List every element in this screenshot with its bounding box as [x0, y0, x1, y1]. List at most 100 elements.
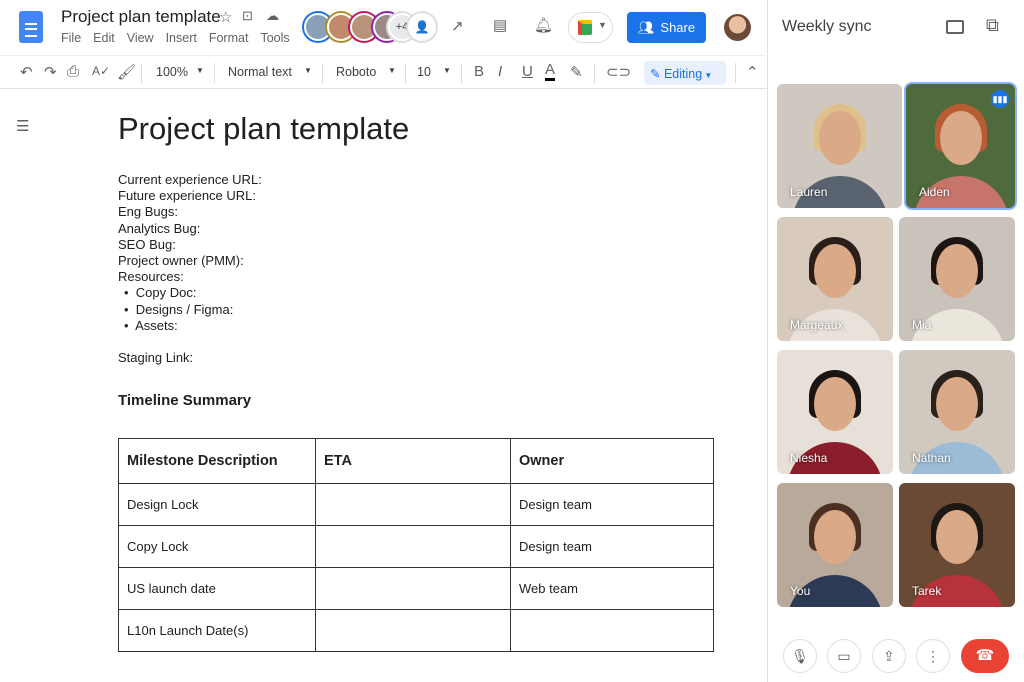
open-in-new-icon[interactable]: ⧉	[986, 15, 999, 36]
text-line: Staging Link:	[118, 350, 194, 366]
table-cell[interactable]: Design team	[510, 483, 714, 526]
share-button[interactable]: 👥︎ Share	[627, 12, 706, 43]
undo-icon[interactable]: ↶	[20, 63, 33, 81]
participant-video	[939, 111, 982, 166]
participant-name: Margeaux	[790, 318, 844, 332]
paint-format-icon[interactable]: 🖌︎	[117, 63, 136, 81]
table-cell[interactable]: Design team	[510, 525, 714, 568]
spellcheck-icon[interactable]: A✓	[92, 64, 110, 78]
participant-name: Tarek	[912, 584, 942, 598]
participant-tile[interactable]: Nathan	[899, 350, 1015, 474]
document-outline-icon[interactable]: ☰	[16, 117, 29, 135]
menu-format[interactable]: Format	[209, 31, 249, 45]
camera-button[interactable]: ▭	[827, 639, 861, 673]
divider	[322, 63, 323, 83]
hang-up-icon: ☎︎	[975, 647, 995, 664]
participant-tile[interactable]: Lauren	[777, 84, 902, 208]
activity-trend-icon[interactable]: ↗	[451, 17, 464, 35]
meet-button[interactable]: ▼	[568, 12, 613, 43]
table-cell[interactable]: L10n Launch Date(s)	[118, 609, 316, 652]
table-row: Copy Lock Design team	[118, 525, 714, 568]
table-cell[interactable]	[315, 525, 511, 568]
bullet-item: • Copy Doc:	[124, 285, 197, 301]
table-cell[interactable]	[315, 567, 511, 610]
picture-in-picture-icon[interactable]	[946, 20, 964, 34]
chevron-down-icon: ▼	[388, 66, 396, 75]
participant-name: Niesha	[790, 451, 828, 465]
bullet-text: Designs / Figma:	[135, 301, 234, 317]
underline-icon[interactable]: U	[522, 63, 533, 80]
table-cell[interactable]: US launch date	[118, 567, 316, 610]
meet-logo-icon	[578, 20, 592, 35]
people-icon: 👥︎	[637, 19, 655, 35]
text-line: Future experience URL:	[118, 188, 257, 204]
table-header[interactable]: Owner	[510, 438, 714, 484]
menu-edit[interactable]: Edit	[93, 31, 115, 45]
account-avatar[interactable]	[724, 14, 751, 41]
table-cell[interactable]	[510, 609, 714, 652]
docs-pane: Project plan template ☆ ⊡ ☁ File Edit Vi…	[0, 0, 768, 682]
participant-video	[814, 377, 856, 432]
font-select[interactable]: Roboto	[336, 65, 376, 79]
editing-mode-label: Editing	[663, 67, 703, 81]
more-vert-icon: ⋮	[926, 647, 940, 664]
table-header[interactable]: Milestone Description	[118, 438, 316, 484]
table-header[interactable]: ETA	[315, 438, 511, 484]
participant-tile[interactable]: Niesha	[777, 350, 893, 474]
table-cell[interactable]: Copy Lock	[118, 525, 316, 568]
participant-video	[814, 510, 856, 565]
highlight-icon[interactable]: ✎	[570, 63, 583, 81]
participant-video	[936, 377, 978, 432]
present-screen-button[interactable]: ⇪	[872, 639, 906, 673]
menu-tools[interactable]: Tools	[260, 31, 289, 45]
divider	[594, 63, 595, 83]
leave-call-button[interactable]: ☎︎	[961, 639, 1009, 673]
style-select[interactable]: Normal text	[228, 65, 292, 79]
table-cell[interactable]: Design Lock	[118, 483, 316, 526]
speaking-indicator-icon: ▮▮▮	[991, 90, 1009, 108]
bold-icon[interactable]: B	[474, 63, 484, 80]
divider	[141, 63, 142, 83]
meeting-title: Weekly sync	[782, 18, 872, 35]
menu-insert[interactable]: Insert	[166, 31, 197, 45]
menu-view[interactable]: View	[127, 31, 154, 45]
menu-file[interactable]: File	[61, 31, 81, 45]
editing-mode-select[interactable]: ✎ Editing ▼	[644, 61, 726, 85]
move-folder-icon[interactable]: ⊡	[242, 8, 253, 24]
chevron-down-icon: ▼	[702, 71, 713, 80]
font-size-select[interactable]: 10	[417, 65, 431, 79]
section-heading: Timeline Summary	[118, 392, 252, 409]
participant-tile[interactable]: Mia	[899, 217, 1015, 341]
participant-name: Nathan	[912, 451, 951, 465]
italic-icon[interactable]: I	[498, 63, 502, 80]
divider	[461, 63, 462, 83]
present-to-meeting-icon[interactable]: 👤	[408, 13, 436, 41]
menu-bar: File Edit View Insert Format Tools	[61, 31, 290, 45]
zoom-select[interactable]: 100%	[156, 65, 188, 79]
star-icon[interactable]: ☆	[219, 8, 232, 26]
participant-name: You	[790, 584, 811, 598]
participant-tile[interactable]: Margeaux	[777, 217, 893, 341]
participant-tile[interactable]: Tarek	[899, 483, 1015, 607]
cloud-status-icon[interactable]: ☁	[266, 8, 279, 24]
doc-title[interactable]: Project plan template	[61, 7, 221, 27]
participant-tile[interactable]: Aiden ▮▮▮	[906, 84, 1015, 208]
table-row: L10n Launch Date(s)	[118, 609, 714, 652]
comments-icon[interactable]: ▤	[493, 16, 507, 34]
redo-icon[interactable]: ↷	[44, 63, 57, 81]
table-cell[interactable]: Web team	[510, 567, 714, 610]
more-options-button[interactable]: ⋮	[916, 639, 950, 673]
microphone-button[interactable]: 🎙︎	[783, 639, 817, 673]
present-icon: ⇪	[883, 647, 895, 664]
table-cell[interactable]	[315, 609, 511, 652]
print-icon[interactable]: ⎙	[67, 63, 79, 80]
participant-tile[interactable]: You	[777, 483, 893, 607]
table-cell[interactable]	[315, 483, 511, 526]
divider	[214, 63, 215, 83]
chevron-down-icon: ▼	[443, 66, 451, 75]
chevron-up-icon[interactable]: ⌃	[746, 63, 759, 81]
docs-logo-icon[interactable]	[19, 11, 43, 43]
link-icon[interactable]: ⊂⊃	[606, 63, 631, 81]
notification-bell-icon[interactable]: 🔔︎	[534, 16, 553, 34]
text-color-icon[interactable]: A	[545, 61, 556, 81]
